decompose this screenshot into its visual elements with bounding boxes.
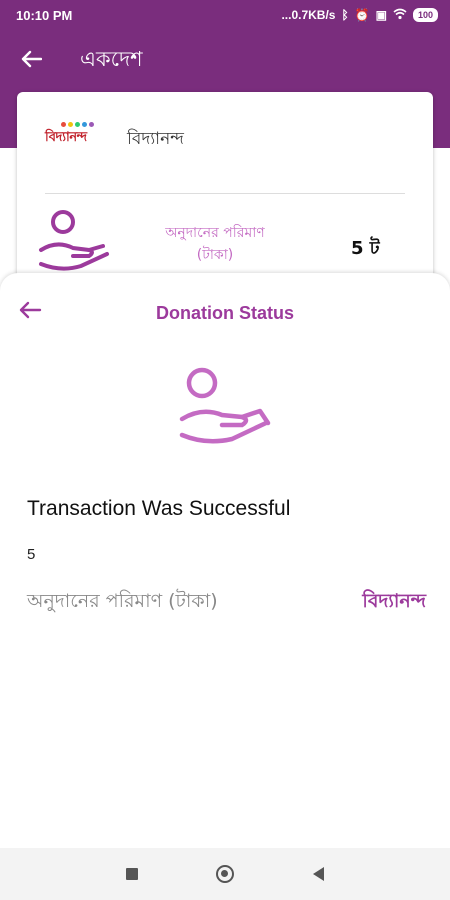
back-arrow-icon[interactable] (20, 47, 50, 73)
organization-row: বিদ্যানন্দ বিদ্যানন্দ (45, 122, 184, 158)
status-time: 10:10 PM (16, 7, 73, 23)
recent-apps-icon[interactable] (122, 864, 142, 884)
sim-icon: ▣ (375, 8, 387, 22)
sheet-title: Donation Status (156, 303, 294, 323)
transaction-amount: 5 (27, 546, 36, 563)
organization-name: বিদ্যানন্দ (127, 129, 184, 149)
system-navigation-bar (0, 848, 450, 900)
donate-hand-icon (39, 210, 109, 271)
amount-row: অনুদানের পরিমাণ (টাকা) 5 ট (37, 210, 417, 280)
battery-icon: 100 (412, 8, 438, 22)
organization-logo: বিদ্যানন্দ (45, 122, 101, 158)
transaction-status: Transaction Was Successful (27, 497, 291, 520)
bluetooth-icon: ᛒ (341, 8, 349, 22)
back-triangle-icon[interactable] (308, 864, 328, 884)
page-title: একদেশ (80, 46, 143, 71)
home-icon[interactable] (215, 864, 235, 884)
wifi-icon (393, 8, 407, 22)
donate-hand-icon (179, 367, 271, 444)
transaction-amount-label: অনুদানের পরিমাণ (টাকা) (27, 590, 218, 612)
amount-value: 5 ট (351, 238, 380, 259)
app-header: একদেশ (0, 30, 450, 90)
logo-text: বিদ্যানন্দ (45, 130, 87, 145)
network-speed: ...0.7KB/s (281, 8, 336, 22)
alarm-icon: ⏰ (354, 8, 370, 22)
status-bar: 10:10 PM ...0.7KB/s ᛒ ⏰ ▣ 100 (0, 0, 450, 30)
donation-status-sheet: Donation Status Transaction Was Successf… (0, 273, 450, 848)
transaction-organization: বিদ্যানন্দ (362, 590, 426, 612)
divider (45, 193, 405, 194)
donation-summary-card: বিদ্যানন্দ বিদ্যানন্দ অনুদানের পরিমাণ (ট… (17, 92, 433, 292)
status-icons: ...0.7KB/s ᛒ ⏰ ▣ 100 (281, 8, 438, 22)
amount-label: অনুদানের পরিমাণ (টাকা) (165, 225, 265, 263)
logo-dots (61, 122, 94, 127)
